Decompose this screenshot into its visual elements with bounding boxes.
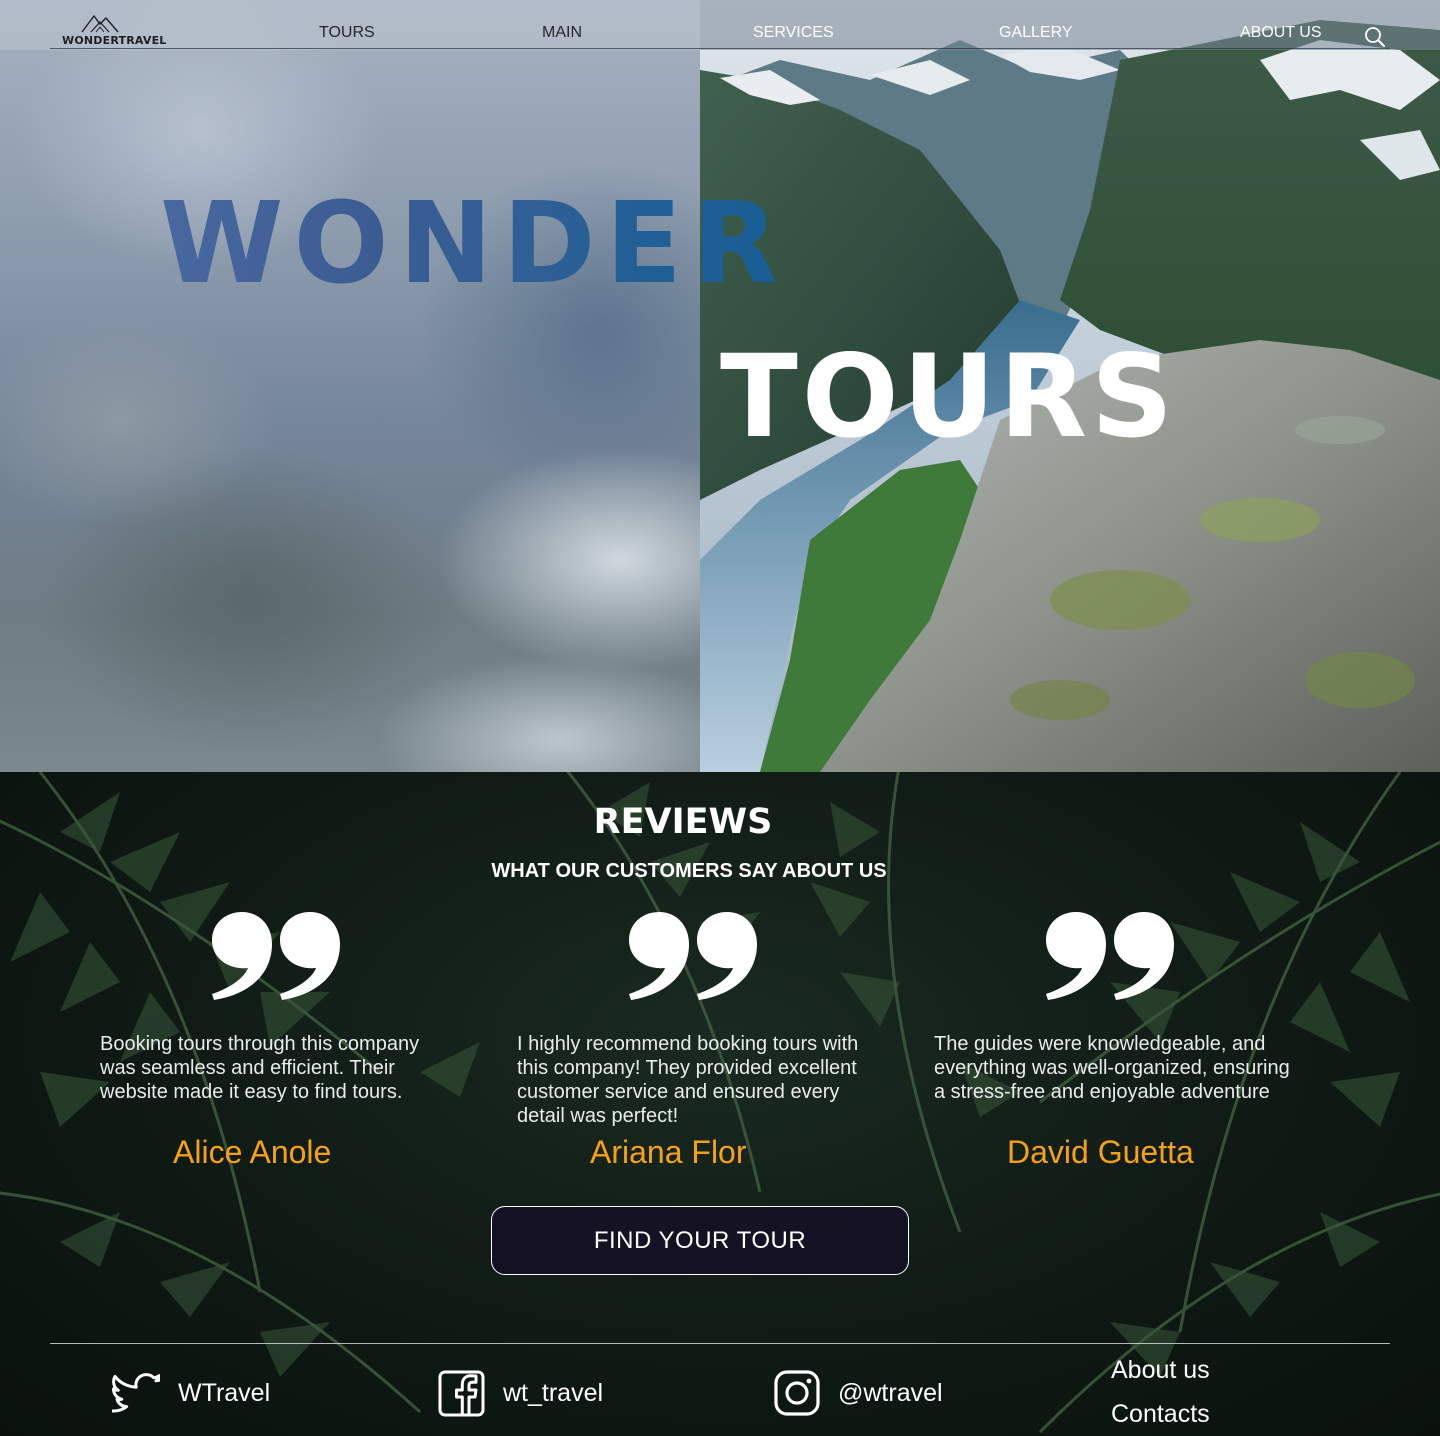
reviews-heading: REVIEWS xyxy=(593,802,773,842)
brand-logo-text: WONDERTRAVEL xyxy=(62,34,167,47)
twitter-icon xyxy=(112,1373,160,1413)
nav-item-about-us[interactable]: ABOUT US xyxy=(1240,24,1322,42)
search-button[interactable] xyxy=(1364,26,1386,48)
facebook-link[interactable]: wt_travel xyxy=(438,1368,603,1418)
review-text: I highly recommend booking tours with th… xyxy=(517,1033,859,1127)
hero-section: WONDER TOURS xyxy=(0,0,1440,772)
quote-icon xyxy=(212,912,340,1000)
instagram-link[interactable]: @wtravel xyxy=(774,1368,943,1418)
instagram-icon xyxy=(774,1370,820,1416)
facebook-icon xyxy=(438,1370,485,1416)
nav-item-main[interactable]: MAIN xyxy=(542,24,582,42)
reviews-subheading: WHAT OUR CUSTOMERS SAY ABOUT US xyxy=(491,860,887,882)
review-text: The guides were knowledgeable, and every… xyxy=(934,1033,1290,1103)
mountain-logo-icon xyxy=(81,14,119,33)
nav-divider xyxy=(50,48,1390,49)
footer-link-contacts[interactable]: Contacts xyxy=(1111,1400,1210,1429)
instagram-handle: @wtravel xyxy=(838,1378,943,1407)
twitter-link[interactable]: WTravel xyxy=(112,1368,270,1418)
hero-title-wonder: WONDER xyxy=(160,179,789,309)
search-icon xyxy=(1365,27,1385,47)
find-your-tour-button[interactable]: FIND YOUR TOUR xyxy=(491,1206,909,1275)
footer-link-about-us[interactable]: About us xyxy=(1111,1356,1210,1385)
review-author: David Guetta xyxy=(1007,1134,1194,1170)
hero-blurred-background xyxy=(0,0,700,772)
twitter-handle: WTravel xyxy=(178,1378,271,1407)
reviews-section: REVIEWS WHAT OUR CUSTOMERS SAY ABOUT US … xyxy=(0,772,1440,1436)
nav-item-gallery[interactable]: GALLERY xyxy=(999,24,1073,42)
facebook-handle: wt_travel xyxy=(503,1378,604,1407)
review-text: Booking tours through this company was s… xyxy=(100,1033,420,1103)
top-navigation: WONDERTRAVEL TOURS MAIN SERVICES GALLERY… xyxy=(0,0,1440,50)
review-author: Ariana Flor xyxy=(590,1134,747,1170)
hero-title-tours: TOURS xyxy=(720,330,1178,463)
nav-item-tours[interactable]: TOURS xyxy=(319,24,375,42)
review-author: Alice Anole xyxy=(173,1134,332,1170)
footer-divider xyxy=(50,1343,1390,1344)
quote-icon xyxy=(629,912,757,1000)
brand-logo[interactable]: WONDERTRAVEL xyxy=(62,10,172,48)
quote-icon xyxy=(1046,912,1174,1000)
nav-item-services[interactable]: SERVICES xyxy=(753,24,834,42)
